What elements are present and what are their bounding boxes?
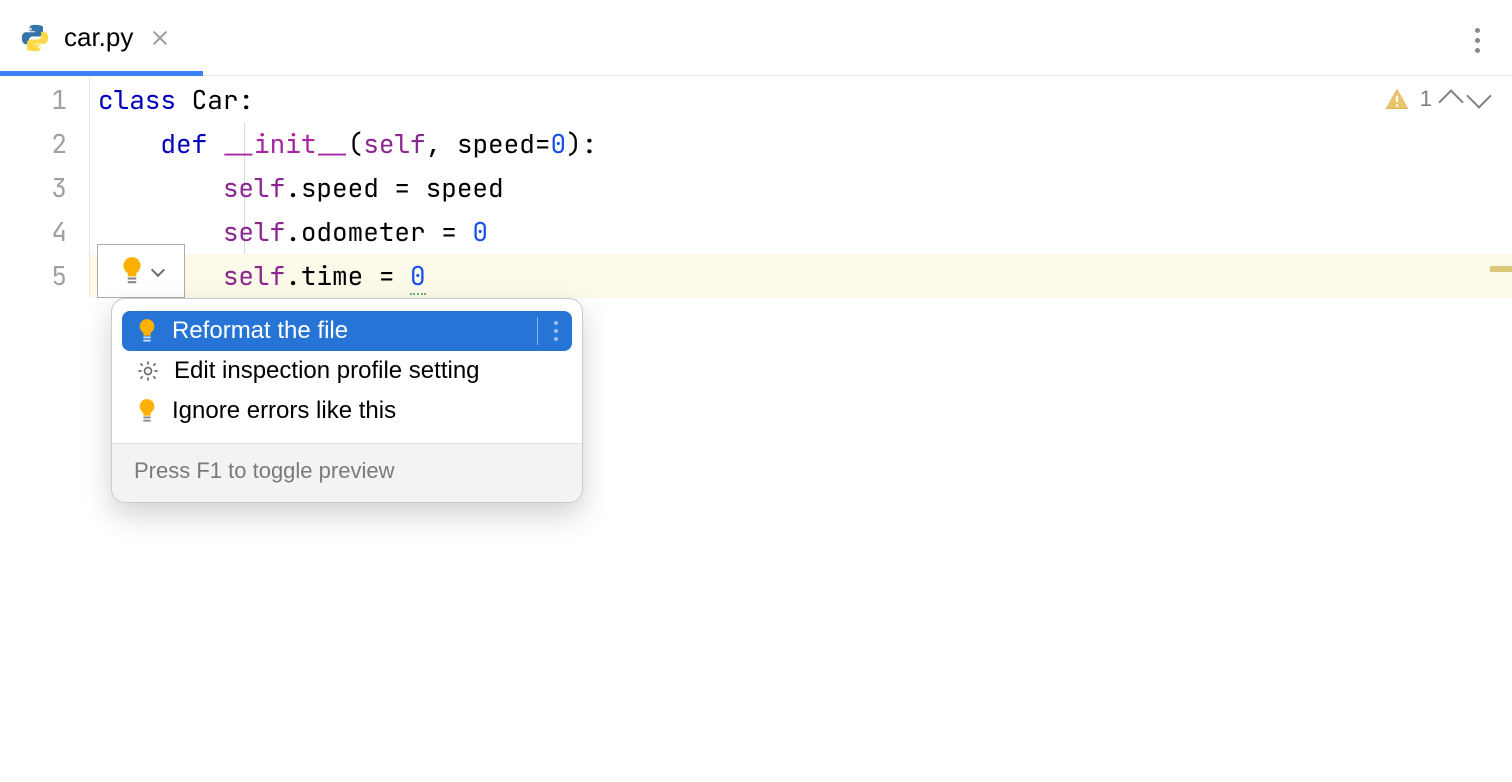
bulb-icon bbox=[136, 317, 158, 345]
intention-item-label: Edit inspection profile setting bbox=[174, 357, 480, 385]
code-line-1[interactable]: class Car: bbox=[98, 78, 1512, 122]
line-number: 1 bbox=[0, 78, 67, 122]
more-menu-icon[interactable] bbox=[1475, 28, 1480, 53]
more-icon[interactable] bbox=[554, 321, 558, 341]
intention-item-label: Reformat the file bbox=[172, 317, 348, 345]
line-number: 4 bbox=[0, 210, 67, 254]
tab-label: car.py bbox=[64, 22, 133, 53]
popup-footer: Press F1 to toggle preview bbox=[112, 443, 582, 502]
prev-problem-icon[interactable] bbox=[1438, 89, 1463, 114]
code-line-2[interactable]: def __init__(self, speed=0): bbox=[98, 122, 1512, 166]
line-number: 3 bbox=[0, 166, 67, 210]
code-editor[interactable]: 1 2 3 4 5 class Car: def __init__(self, … bbox=[0, 76, 1512, 298]
scrollbar-marker[interactable] bbox=[1490, 266, 1512, 272]
tab-bar: car.py bbox=[0, 0, 1512, 76]
intention-item-edit-profile[interactable]: Edit inspection profile setting bbox=[122, 351, 572, 391]
warning-icon bbox=[1384, 86, 1410, 112]
intention-item-label: Ignore errors like this bbox=[172, 397, 396, 425]
tab-car-py[interactable]: car.py bbox=[0, 0, 189, 75]
intention-item-reformat[interactable]: Reformat the file bbox=[122, 311, 572, 351]
chevron-down-icon bbox=[151, 262, 165, 276]
line-number-gutter: 1 2 3 4 5 bbox=[0, 76, 90, 298]
python-icon bbox=[20, 23, 50, 53]
intention-list: Reformat the file Edit inspection profil… bbox=[112, 299, 582, 443]
code-line-4[interactable]: self.odometer = 0 bbox=[98, 210, 1512, 254]
intention-item-ignore[interactable]: Ignore errors like this bbox=[122, 391, 572, 431]
line-number: 5 bbox=[0, 254, 67, 298]
separator bbox=[537, 317, 539, 345]
code-area[interactable]: class Car: def __init__(self, speed=0): … bbox=[90, 76, 1512, 298]
bulb-icon bbox=[119, 255, 145, 287]
close-icon[interactable] bbox=[151, 29, 169, 47]
intention-bulb-button[interactable] bbox=[97, 244, 185, 298]
bulb-icon bbox=[136, 397, 158, 425]
inspection-badge[interactable]: 1 bbox=[1384, 86, 1488, 112]
gear-icon bbox=[136, 359, 160, 383]
inspection-count: 1 bbox=[1420, 86, 1432, 112]
code-line-3[interactable]: self.speed = speed bbox=[98, 166, 1512, 210]
code-line-5[interactable]: self.time = 0 bbox=[98, 254, 1512, 298]
intention-popup: Reformat the file Edit inspection profil… bbox=[111, 298, 583, 503]
line-number: 2 bbox=[0, 122, 67, 166]
next-problem-icon[interactable] bbox=[1466, 83, 1491, 108]
